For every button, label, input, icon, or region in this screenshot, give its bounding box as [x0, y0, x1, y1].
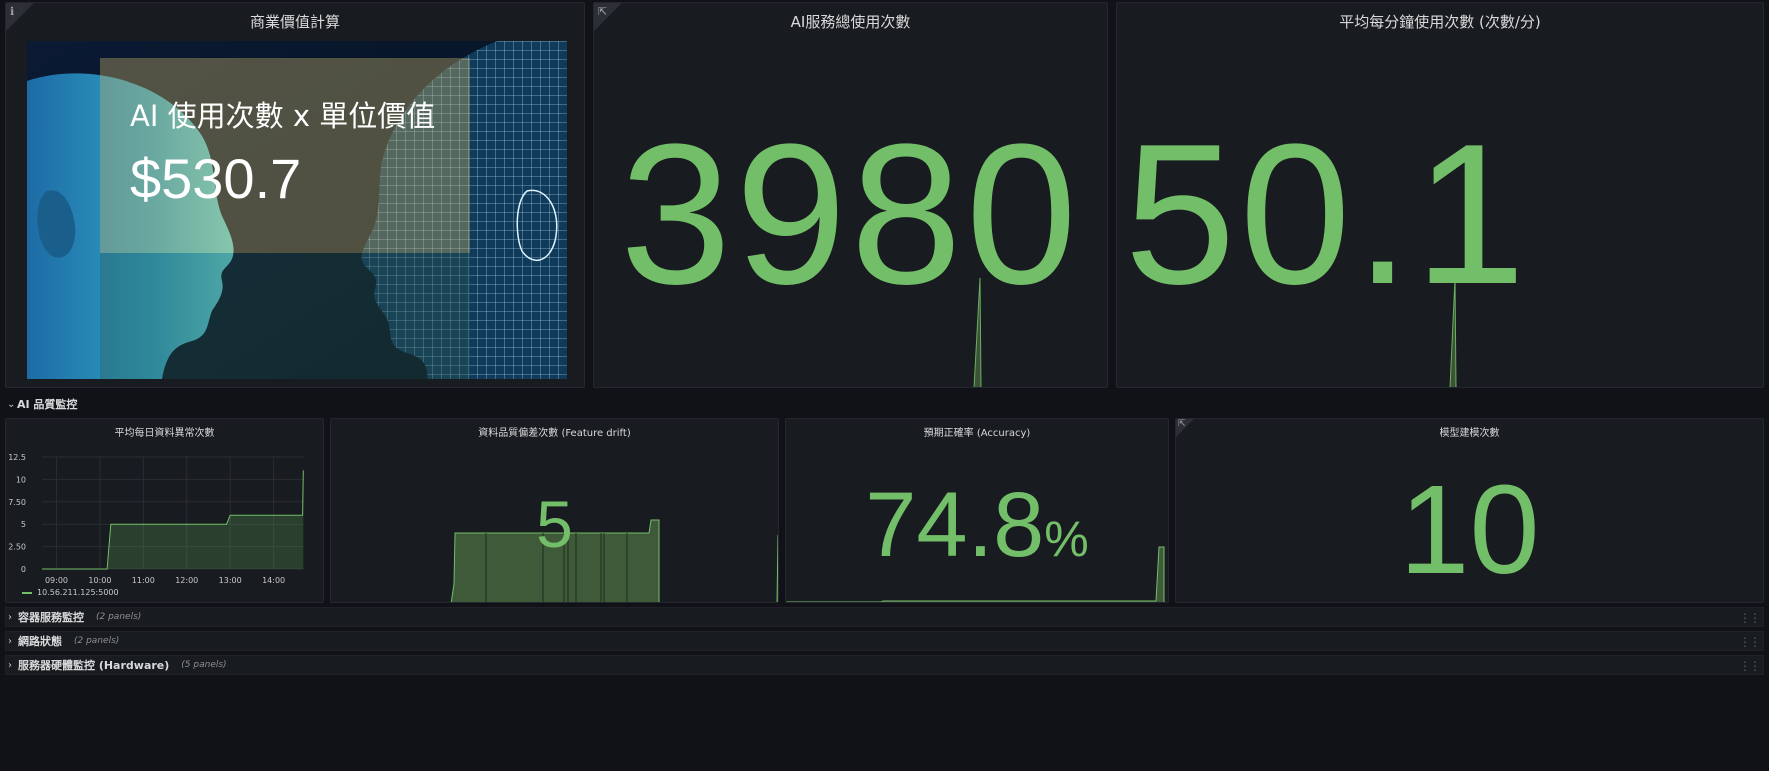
x-tick-label: 13:00 — [219, 576, 242, 585]
stat-unit: % — [1044, 511, 1089, 567]
accuracy-panel[interactable]: 預期正確率 (Accuracy) 74.8% — [785, 418, 1169, 603]
panel-title: 平均每分鐘使用次數 (次數/分) — [1339, 13, 1541, 31]
series-area — [42, 470, 304, 569]
row-title: 服務器硬體監控 (Hardware) — [18, 659, 170, 672]
feature-drift-panel[interactable]: 資料品質偏差次數 (Feature drift) 5 — [330, 418, 779, 603]
row-network-status[interactable]: › 網路狀態 (2 panels) ⋮⋮ — [5, 631, 1764, 651]
y-tick-label: 10 — [16, 475, 26, 484]
x-tick-label: 12:00 — [175, 576, 198, 585]
panel-title: 商業價值計算 — [249, 13, 340, 31]
row-panel-count: (5 panels) — [181, 660, 227, 670]
stat-value: 74.8 — [865, 474, 1045, 576]
row-hardware-monitoring[interactable]: › 服務器硬體監控 (Hardware) (5 panels) ⋮⋮ — [5, 655, 1764, 675]
x-tick-label: 11:00 — [132, 576, 155, 585]
row-panel-count: (2 panels) — [96, 612, 142, 622]
model-builds-panel[interactable]: ⇱ 模型建模次數 10 — [1175, 418, 1764, 603]
x-tick-label: 09:00 — [45, 576, 68, 585]
stat-value: 10 — [1399, 459, 1540, 600]
row-title: 容器服務監控 — [18, 611, 84, 624]
y-tick-label: 7.50 — [8, 498, 26, 507]
x-tick-label: 14:00 — [262, 576, 285, 585]
business-value-panel[interactable]: ℹ 商業價值計算 AI 使用次數 x 單位價值 $530.7 — [5, 2, 585, 388]
y-tick-label: 12.5 — [8, 453, 26, 462]
overlay-value: $530.7 — [130, 147, 302, 210]
row-title: 網路狀態 — [18, 635, 62, 648]
chevron-right-icon[interactable]: › — [8, 636, 18, 647]
stat-value-group: 74.8% — [786, 479, 1168, 571]
y-tick-label: 0 — [21, 565, 26, 574]
drag-handle-icon[interactable]: ⋮⋮ — [1739, 611, 1761, 625]
panel-title: AI服務總使用次數 — [790, 13, 911, 31]
panel-title: 模型建模次數 — [1439, 428, 1500, 439]
chevron-right-icon[interactable]: › — [8, 660, 18, 671]
sparkline — [973, 277, 982, 387]
legend-swatch — [22, 591, 32, 594]
y-tick-label: 5 — [21, 520, 26, 529]
row-ai-quality[interactable]: ⌄ AI 品質監控 — [5, 394, 1764, 414]
chart-legend[interactable]: 10.56.211.125:5000 — [22, 588, 119, 597]
sparkline — [1449, 277, 1457, 387]
row-title: AI 品質監控 — [17, 398, 78, 411]
row-container-monitoring[interactable]: › 容器服務監控 (2 panels) ⋮⋮ — [5, 607, 1764, 627]
chevron-right-icon[interactable]: › — [8, 612, 18, 623]
drag-handle-icon[interactable]: ⋮⋮ — [1739, 635, 1761, 649]
y-tick-label: 2.50 — [8, 543, 26, 552]
chevron-down-icon[interactable]: ⌄ — [7, 399, 17, 410]
daily-anomaly-panel[interactable]: 平均每日資料異常次數 0 2.50 5 7.50 10 12.5 09:00 10:00 11:… — [5, 418, 324, 603]
stat-value: 5 — [536, 487, 573, 561]
anomaly-line-chart: 0 2.50 5 7.50 10 12.5 09:00 10:00 11:00 12:00 13:0… — [8, 453, 304, 585]
x-tick-label: 10:00 — [88, 576, 111, 585]
drag-handle-icon[interactable]: ⋮⋮ — [1739, 659, 1761, 673]
avg-per-minute-panel[interactable]: 平均每分鐘使用次數 (次數/分) 50.1 — [1116, 2, 1764, 388]
legend-label: 10.56.211.125:5000 — [37, 588, 119, 597]
total-usage-panel[interactable]: ⇱ AI服務總使用次數 3980 — [593, 2, 1108, 388]
row-panel-count: (2 panels) — [74, 636, 120, 646]
overlay-title: AI 使用次數 x 單位價值 — [130, 99, 436, 133]
